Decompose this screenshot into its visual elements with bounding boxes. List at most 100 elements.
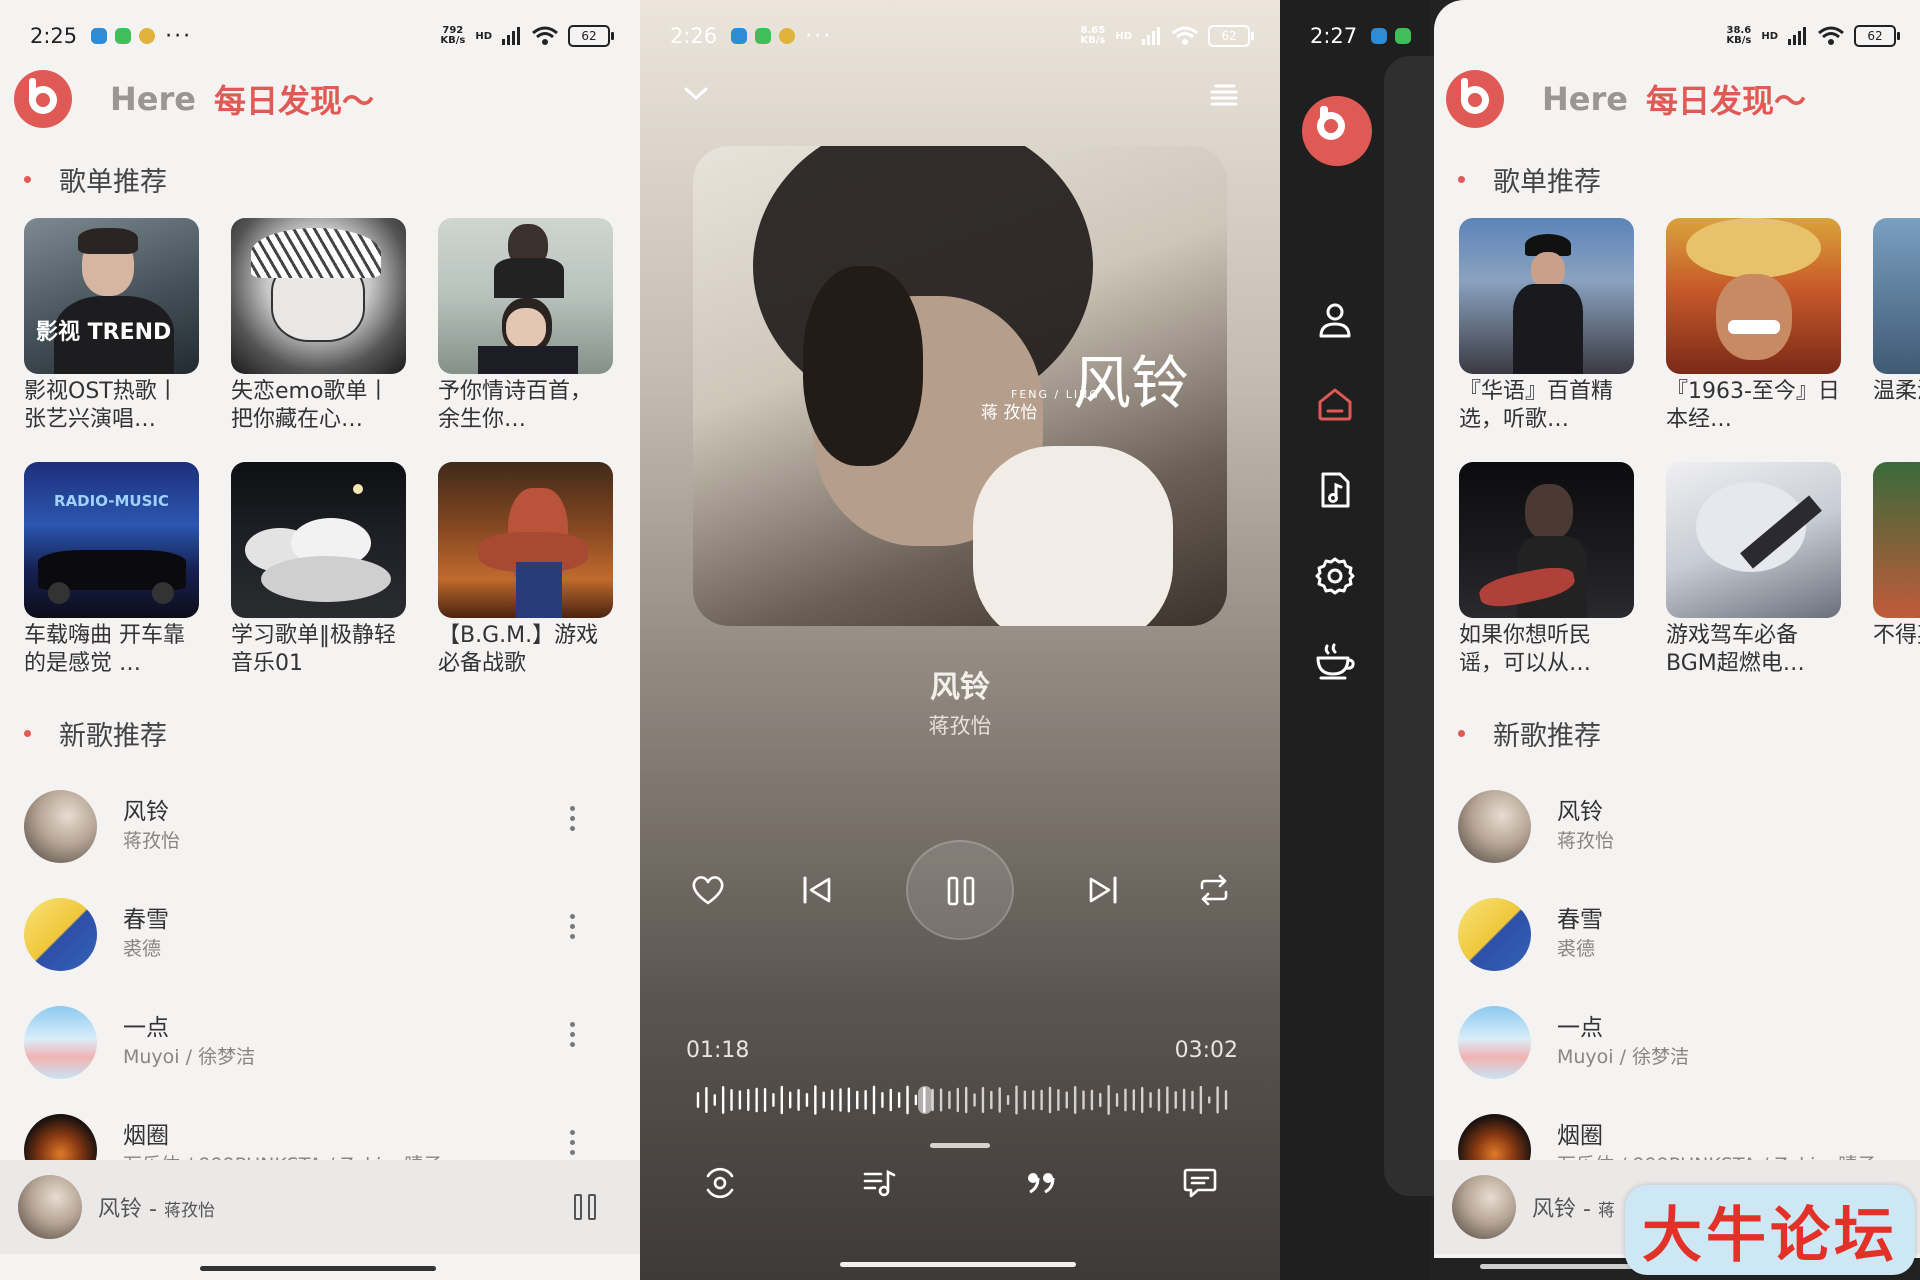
pause-icon[interactable] (574, 1194, 598, 1220)
waveform-bar (906, 1085, 909, 1115)
waveform-bar (1057, 1089, 1060, 1111)
waveform-progress-bar[interactable] (692, 1080, 1232, 1120)
playlist-card[interactable]: 【B.G.M.】游戏必备战歌 (438, 462, 613, 706)
playlist-title: 【B.G.M.】游戏必备战歌 (438, 623, 599, 676)
playlist-title: 不得英文 (1873, 623, 1920, 648)
playlist-card[interactable]: 温柔溺于 (1873, 218, 1920, 462)
playlist-cover (231, 218, 406, 374)
heart-icon[interactable] (690, 874, 726, 906)
network-speed: 8.65 KB/s (1080, 25, 1106, 46)
song-name: 烟圈 (123, 1123, 169, 1149)
repeat-icon[interactable] (1196, 874, 1232, 906)
waveform-bar (981, 1086, 985, 1114)
coffee-icon[interactable] (1315, 642, 1355, 682)
status-app-icons (1371, 28, 1412, 44)
audio-effect-icon[interactable] (702, 1166, 738, 1200)
status-bar: 38.6 KB/s HD 62 (1434, 0, 1920, 72)
drag-handle[interactable] (930, 1143, 990, 1148)
waveform-bar (973, 1093, 976, 1107)
song-item[interactable]: 风铃 蒋孜怡 (24, 782, 594, 870)
playlist-cover: 影视 TREND (24, 218, 199, 374)
music-file-icon[interactable] (1315, 470, 1355, 510)
app-notification-icon (755, 28, 772, 44)
playlist-music-icon[interactable] (862, 1166, 898, 1200)
song-item[interactable]: 春雪 裘德 (24, 890, 594, 978)
waveform-bar (696, 1092, 700, 1108)
next-track-icon[interactable] (1086, 874, 1120, 906)
more-options-icon[interactable] (570, 1022, 576, 1052)
lyrics-quote-icon[interactable] (1024, 1168, 1058, 1198)
waveform-bar (1191, 1090, 1194, 1110)
pause-icon (947, 876, 975, 906)
waveform-bar (763, 1087, 767, 1113)
status-app-icons (731, 28, 796, 44)
more-options-icon[interactable] (570, 914, 576, 944)
progress-knob[interactable] (918, 1086, 933, 1114)
comment-icon[interactable] (1182, 1166, 1218, 1200)
waveform-bar (1149, 1092, 1152, 1108)
app-notification-icon (139, 28, 156, 44)
song-item[interactable]: 风铃 蒋孜怡 (1458, 782, 1920, 870)
playlist-card[interactable]: 学习歌单‖极静轻音乐01 (231, 462, 406, 706)
home-indicator[interactable] (840, 1262, 1076, 1267)
waveform-bar (788, 1091, 792, 1109)
beats-logo-icon[interactable] (1302, 96, 1372, 166)
previous-track-icon[interactable] (800, 874, 834, 906)
song-name: 烟圈 (1557, 1123, 1603, 1149)
more-options-icon[interactable] (570, 1130, 576, 1160)
gear-icon[interactable] (1315, 556, 1355, 596)
home-indicator[interactable] (200, 1266, 436, 1271)
song-artist: 蒋孜怡 (1557, 830, 1615, 852)
song-item[interactable]: 烟圈 万乐体 / 999PUNKSTA / Zakiya晴子 (1458, 1106, 1920, 1160)
collapse-chevron-icon[interactable] (682, 84, 710, 104)
beats-logo-icon[interactable] (1446, 70, 1504, 128)
playlist-card[interactable]: RADIO-MUSIC 车载嗨曲 开车靠的是感觉 … (24, 462, 199, 706)
waveform-bar (914, 1094, 918, 1106)
playlist-cover (1459, 462, 1634, 618)
mini-player-thumbnail (1452, 1175, 1516, 1239)
waveform-bar (747, 1088, 750, 1112)
waveform-bar (1099, 1092, 1102, 1108)
playlist-card[interactable]: 不得英文 (1873, 462, 1920, 706)
home-icon[interactable] (1315, 384, 1355, 424)
song-item[interactable]: 春雪 裘德 (1458, 890, 1920, 978)
playlist-card[interactable]: 失恋emo歌单丨把你藏在心… (231, 218, 406, 462)
app-header: Here 每日发现～ (1446, 70, 1806, 128)
waveform-bar (1208, 1096, 1211, 1104)
waveform-bar (721, 1085, 725, 1115)
song-item[interactable]: 一点 Muyoi / 徐梦洁 (1458, 998, 1920, 1086)
player-screen: 2:26 ··· 8.65 KB/s HD 62 风铃 FENG / LING 蒋… (640, 0, 1280, 1280)
song-item[interactable]: 一点 Muyoi / 徐梦洁 (24, 998, 594, 1086)
song-thumbnail (24, 790, 97, 863)
song-name: 春雪 (1557, 907, 1603, 933)
playlist-card[interactable]: 『华语』百首精选，听歌… (1459, 218, 1634, 462)
track-artist: 蒋孜怡 (928, 714, 992, 738)
song-thumbnail (1458, 898, 1531, 971)
cover-artist-text: 蒋 孜怡 (981, 403, 1038, 423)
more-options-icon[interactable] (570, 806, 576, 836)
playlist-cover (1873, 218, 1920, 374)
app-notification-icon (91, 28, 108, 44)
playlist-queue-icon[interactable] (1208, 80, 1240, 110)
song-item[interactable]: 烟圈 万乐体 / 999PUNKSTA / Zakiya晴子 (24, 1106, 594, 1160)
header-here: Here (110, 80, 196, 118)
mini-player-text: 风铃 - 蒋孜怡 (98, 1197, 215, 1222)
user-icon[interactable] (1315, 300, 1355, 340)
playlist-card[interactable]: 游戏驾车必备BGM超燃电… (1666, 462, 1841, 706)
waveform-bar (1048, 1086, 1052, 1114)
status-time: 2:27 (1310, 24, 1358, 48)
playlist-card[interactable]: 『1963-至今』日本经… (1666, 218, 1841, 462)
playlist-card[interactable]: 予你情诗百首，余生你… (438, 218, 613, 462)
play-pause-button[interactable] (906, 840, 1014, 940)
more-notifications-icon: ··· (165, 23, 193, 49)
playlist-card[interactable]: 如果你想听民谣，可以从… (1459, 462, 1634, 706)
playlist-card[interactable]: 影视 TREND 影视OST热歌丨张艺兴演唱… (24, 218, 199, 462)
mini-player[interactable]: 风铃 - 蒋孜怡 (0, 1160, 640, 1254)
waveform-bar (1224, 1090, 1228, 1110)
waveform-bar (881, 1092, 884, 1108)
network-type: HD (475, 30, 492, 42)
beats-logo-icon[interactable] (14, 70, 72, 128)
waveform-bar (705, 1086, 708, 1114)
total-duration: 03:02 (1174, 1038, 1238, 1063)
song-thumbnail (24, 1114, 97, 1160)
